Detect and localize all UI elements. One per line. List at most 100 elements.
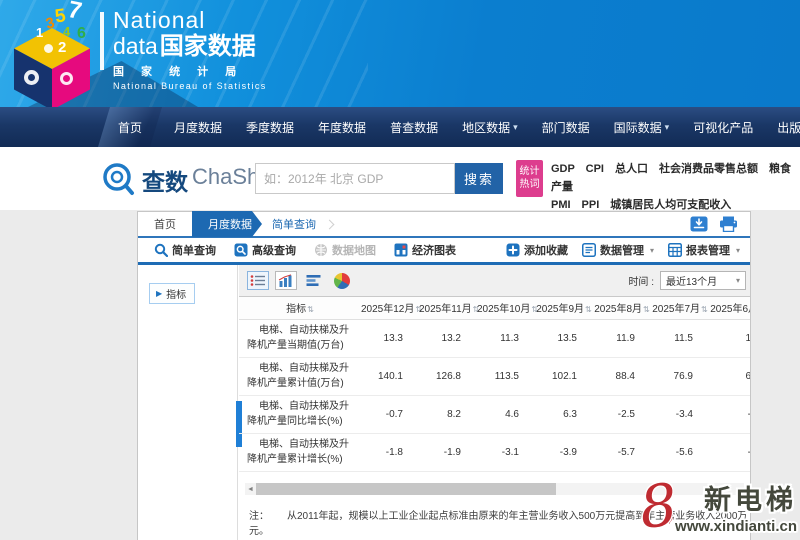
nav-item-label: 部门数据 <box>542 119 590 136</box>
header-month[interactable]: 2025年12月⇅ <box>361 297 419 319</box>
site-banner: 1 2 3 4 5 6 7 National data国家数据 国 家 统 计 … <box>0 0 800 107</box>
chevron-down-icon: ▾ <box>665 122 670 133</box>
horizontal-scrollbar-thumb[interactable] <box>256 483 556 495</box>
magnifier-icon <box>154 243 168 257</box>
value-cell: 113.5 <box>477 357 535 395</box>
time-range-select[interactable]: 最近13个月 ▾ <box>660 271 746 290</box>
header-month[interactable]: 2025年11月⇅ <box>419 297 477 319</box>
brand-divider <box>100 12 104 70</box>
indicator-tree-toggle[interactable]: ▶ 指标 <box>149 283 195 304</box>
simple-query-label: 简单查询 <box>172 242 216 258</box>
xindianti-logo-icon: 8 <box>638 480 680 533</box>
printer-icon <box>719 216 738 232</box>
sort-icon: ⇅ <box>643 305 650 314</box>
nav-item-publications[interactable]: 出版物 <box>765 107 800 147</box>
data-map-tab[interactable]: 数据地图 <box>314 242 376 258</box>
print-button[interactable] <box>719 216 738 232</box>
column-chart-view-button[interactable] <box>303 271 325 290</box>
time-range-label: 时间 : <box>628 273 654 288</box>
report-manage-button[interactable]: 报表管理 ▾ <box>668 242 740 258</box>
sort-icon: ⇅ <box>585 305 592 314</box>
nav-item-regional-data[interactable]: 地区数据▾ <box>450 107 530 147</box>
nav-item-department-data[interactable]: 部门数据 <box>530 107 602 147</box>
breadcrumb-section-tab[interactable]: 月度数据 <box>192 211 262 237</box>
value-cell: 8.2 <box>419 395 477 433</box>
watermark-text: 新电梯 www.xindianti.cn <box>675 478 797 535</box>
economic-charts-tab[interactable]: 经济图表 <box>394 242 456 258</box>
nav-item-monthly-data[interactable]: 月度数据 <box>162 107 234 147</box>
indicator-cell: 电梯、自动扶梯及升降机产量累计值(万台) <box>239 357 361 395</box>
main-nav: 首页 月度数据 季度数据 年度数据 普查数据 地区数据▾ 部门数据 国际数据▾ … <box>0 107 800 147</box>
value-cell: 1 <box>709 319 750 357</box>
nav-item-home[interactable]: 首页 <box>98 107 162 147</box>
breadcrumb-home[interactable]: 首页 <box>154 216 176 232</box>
economic-charts-label: 经济图表 <box>412 242 456 258</box>
header-month[interactable]: 2025年9月⇅ <box>535 297 593 319</box>
value-cell: -3.4 <box>651 395 709 433</box>
cube-digit: 5 <box>54 6 67 26</box>
hot-words-line1[interactable]: GDP CPI 总人口 社会消费品零售总额 粮食产量 <box>551 160 793 196</box>
report-manage-label: 报表管理 <box>686 242 730 258</box>
data-manage-button[interactable]: 数据管理 ▾ <box>582 242 654 258</box>
toolbar-right-group: 添加收藏 数据管理 ▾ <box>506 242 740 258</box>
data-table-viewport: 指标⇅ 2025年12月⇅ 2025年11月⇅ 2025年10月⇅ 2025年9… <box>239 297 750 497</box>
header-month[interactable]: 2025年6月⇅ <box>709 297 750 319</box>
data-manage-label: 数据管理 <box>600 242 644 258</box>
value-cell: -2.5 <box>593 395 651 433</box>
breadcrumb-current[interactable]: 简单查询 <box>272 216 316 232</box>
value-cell: -3.9 <box>535 433 593 471</box>
chashu-title-cn: 查数 <box>142 163 188 197</box>
value-cell: -1.8 <box>361 433 419 471</box>
nav-item-visualization-products[interactable]: 可视化产品 <box>681 107 765 147</box>
add-favorite-button[interactable]: 添加收藏 <box>506 242 568 258</box>
search-button[interactable]: 搜索 <box>455 163 503 194</box>
chevron-down-icon: ▾ <box>736 276 740 285</box>
chevron-down-icon: ▾ <box>650 246 654 255</box>
nav-item-label: 年度数据 <box>318 119 366 136</box>
chevron-right-icon <box>325 219 335 229</box>
header-month[interactable]: 2025年8月⇅ <box>593 297 651 319</box>
sort-icon: ⇅ <box>701 305 708 314</box>
header-label: 2025年8月 <box>594 304 642 315</box>
page: 1 2 3 4 5 6 7 National data国家数据 国 家 统 计 … <box>0 0 800 540</box>
indicator-cell: 电梯、自动扶梯及升降机产量同比增长(%) <box>239 395 361 433</box>
brand-line2-en: data <box>113 33 158 59</box>
value-cell: -0.7 <box>361 395 419 433</box>
header-indicator[interactable]: 指标⇅ <box>239 297 361 319</box>
header-month[interactable]: 2025年10月⇅ <box>477 297 535 319</box>
header-label: 2025年12月 <box>361 304 414 315</box>
query-toolbar: 简单查询 高级查询 数据地图 <box>138 238 750 265</box>
value-cell: 4.6 <box>477 395 535 433</box>
sort-icon: ⇅ <box>307 305 314 314</box>
advanced-query-tab[interactable]: 高级查询 <box>234 242 296 258</box>
value-cell: - <box>709 433 750 471</box>
scroll-left-icon[interactable]: ◄ <box>245 486 256 493</box>
hot-badge-line2: 热词 <box>516 178 543 191</box>
header-label: 2025年7月 <box>652 304 700 315</box>
header-label: 2025年10月 <box>477 304 530 315</box>
hot-words-list: GDP CPI 总人口 社会消费品零售总额 粮食产量 PMI PPI 城镇居民人… <box>551 160 793 214</box>
value-cell: 6.3 <box>535 395 593 433</box>
header-label: 2025年6月 <box>710 304 750 315</box>
table-row: 电梯、自动扶梯及升降机产量累计值(万台) 140.1 126.8 113.5 1… <box>239 357 750 395</box>
download-button[interactable] <box>690 216 708 232</box>
nav-item-annual-data[interactable]: 年度数据 <box>306 107 378 147</box>
nav-item-label: 月度数据 <box>174 119 222 136</box>
value-cell: - <box>709 395 750 433</box>
brand-line2: data国家数据 <box>113 33 267 60</box>
simple-query-tab[interactable]: 简单查询 <box>154 242 216 258</box>
table-view-button[interactable] <box>247 271 269 290</box>
value-cell: 13.5 <box>535 319 593 357</box>
data-manage-icon <box>582 243 596 257</box>
data-map-icon <box>314 243 328 257</box>
hot-words-badge: 统计 热词 <box>516 160 543 197</box>
chevron-down-icon: ▾ <box>736 246 740 255</box>
header-label: 指标 <box>286 304 306 315</box>
search-input[interactable] <box>255 163 455 194</box>
header-month[interactable]: 2025年7月⇅ <box>651 297 709 319</box>
pie-chart-view-button[interactable] <box>331 271 353 290</box>
nav-item-quarterly-data[interactable]: 季度数据 <box>234 107 306 147</box>
nav-item-census-data[interactable]: 普查数据 <box>378 107 450 147</box>
nav-item-international-data[interactable]: 国际数据▾ <box>602 107 682 147</box>
bar-chart-view-button[interactable] <box>275 271 297 290</box>
